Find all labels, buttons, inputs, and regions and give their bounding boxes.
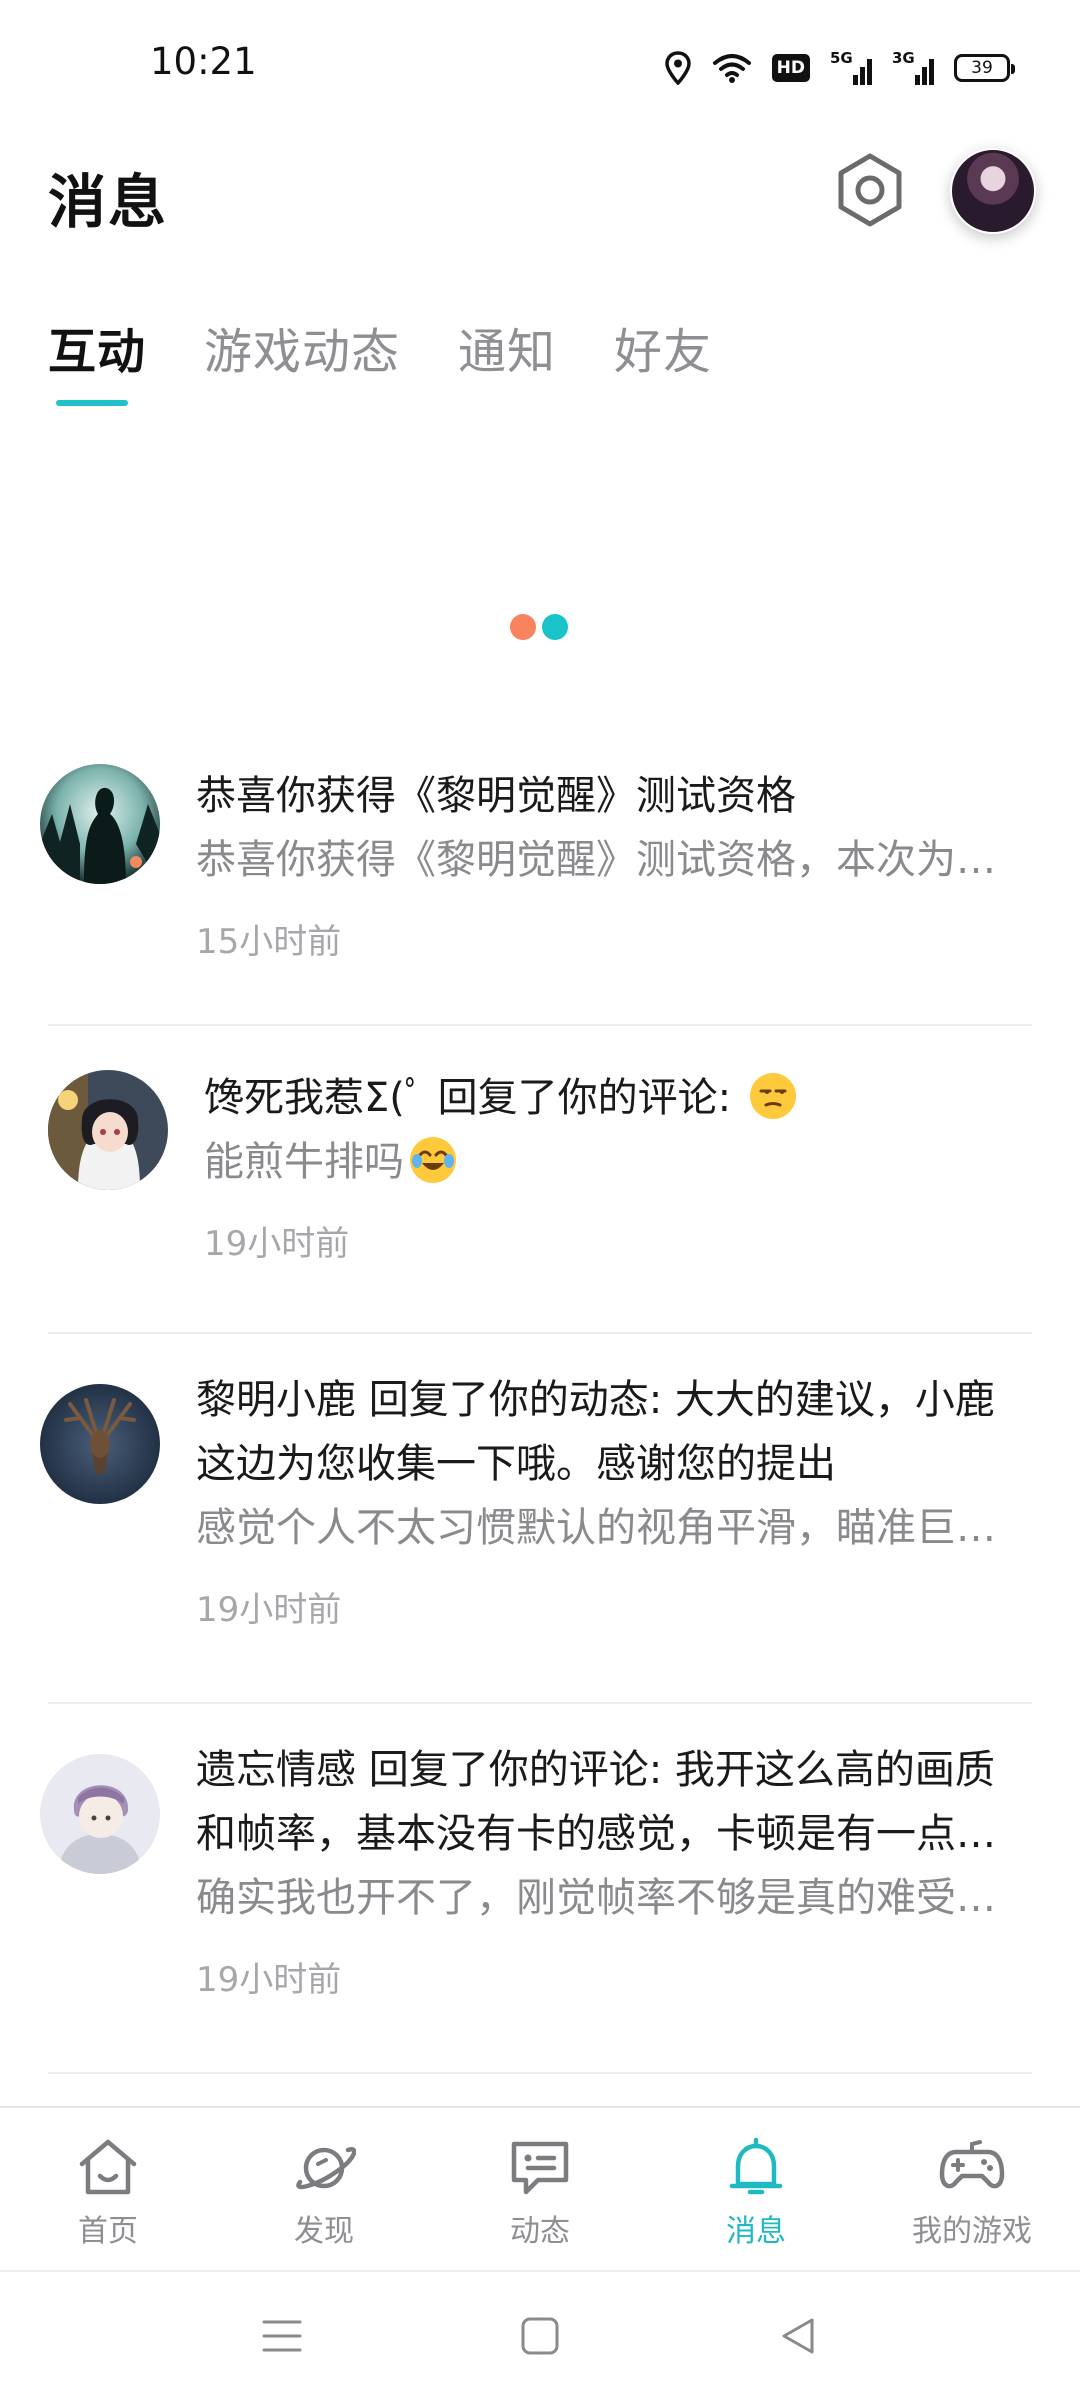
location-icon — [664, 51, 691, 85]
message-avatar — [40, 1754, 160, 1874]
tab-indicator — [56, 400, 128, 406]
message-title: 黎明小鹿 回复了你的动态: 大大的建议，小鹿这边为您收集一下哦。感谢您的提出 — [196, 1377, 995, 1487]
nav-feed[interactable]: 动态 — [450, 2108, 630, 2250]
page-title: 消息 — [48, 168, 169, 236]
signal-5g-icon: 5G — [830, 49, 872, 85]
status-icons: HD 5G 3G 39 — [664, 48, 1015, 88]
message-title: 恭喜你获得《黎明觉醒》测试资格 — [196, 773, 796, 819]
system-navigation-bar — [0, 2270, 1080, 2400]
bottom-nav: 首页 发现 动态 消息 我的游戏 — [0, 2106, 1080, 2270]
bell-icon — [729, 2137, 783, 2195]
message-item[interactable]: 馋死我惹Σ(ﾟ 回复了你的评论: 能煎牛排吗 19小时前 — [48, 1026, 1032, 1334]
message-item[interactable]: 黎明小鹿 回复了你的动态: 大大的建议，小鹿这边为您收集一下哦。感谢您的提出 感… — [40, 1334, 1032, 1704]
nav-my-games[interactable]: 我的游戏 — [882, 2108, 1062, 2250]
message-time: 19小时前 — [196, 1590, 342, 1630]
tab-interaction[interactable]: 互动 — [48, 312, 146, 406]
message-list: 恭喜你获得《黎明觉醒》测试资格 恭喜你获得《黎明觉醒》测试资格，本次为… 15小… — [0, 740, 1080, 2074]
loading-dot — [542, 614, 568, 640]
tab-notifications[interactable]: 通知 — [458, 312, 556, 382]
message-title: 馋死我惹Σ(ﾟ 回复了你的评论: — [204, 1066, 1022, 1130]
message-preview: 确实我也开不了，刚觉帧率不够是真的难受… — [196, 1875, 996, 1921]
chat-icon — [511, 2141, 569, 2195]
back-icon[interactable] — [778, 2316, 818, 2356]
nav-discover[interactable]: 发现 — [234, 2108, 414, 2250]
planet-icon — [296, 2147, 356, 2190]
signal-3g-icon: 3G — [892, 49, 934, 85]
loading-indicator — [510, 614, 568, 640]
message-preview: 恭喜你获得《黎明觉醒》测试资格，本次为… — [196, 837, 996, 883]
loading-dot — [510, 614, 536, 640]
nav-label: 发现 — [294, 2214, 354, 2249]
tears-of-joy-emoji-icon — [410, 1137, 456, 1183]
home-icon — [79, 2139, 137, 2195]
message-preview: 能煎牛排吗 — [204, 1130, 1022, 1194]
nav-home[interactable]: 首页 — [18, 2108, 198, 2250]
unamused-emoji-icon — [749, 1073, 796, 1119]
status-time: 10:21 — [150, 40, 257, 83]
nav-label: 消息 — [726, 2214, 786, 2249]
nav-label: 动态 — [510, 2214, 570, 2249]
hd-badge: HD — [771, 54, 810, 82]
nav-label: 我的游戏 — [912, 2214, 1032, 2249]
settings-icon[interactable] — [832, 152, 908, 228]
message-time: 19小时前 — [204, 1224, 350, 1264]
message-item[interactable]: 恭喜你获得《黎明觉醒》测试资格 恭喜你获得《黎明觉醒》测试资格，本次为… 15小… — [40, 740, 1032, 1026]
tab-bar: 互动 游戏动态 通知 好友 — [48, 312, 712, 406]
message-avatar — [48, 1070, 168, 1190]
message-time: 15小时前 — [196, 922, 342, 962]
status-bar: 10:21 HD 5G 3G 39 — [0, 0, 1080, 130]
message-preview: 感觉个人不太习惯默认的视角平滑，瞄准巨… — [196, 1505, 996, 1551]
nav-messages[interactable]: 消息 — [666, 2108, 846, 2250]
message-time: 19小时前 — [196, 1960, 342, 2000]
gamepad-icon — [939, 2140, 1005, 2189]
message-title: 遗忘情感 回复了你的评论: 我开这么高的画质和帧率，基本没有卡的感觉，卡顿是有一… — [196, 1747, 996, 1857]
home-square-icon[interactable] — [520, 2316, 560, 2356]
nav-label: 首页 — [78, 2214, 138, 2249]
screen: 10:21 HD 5G 3G 39 消息 互动 游戏动态 通知 好友 恭喜你获得… — [0, 0, 1080, 2400]
message-avatar — [40, 1384, 160, 1504]
menu-icon[interactable] — [262, 2316, 302, 2356]
message-avatar — [40, 764, 160, 884]
battery-icon: 39 — [954, 54, 1015, 82]
tab-game-updates[interactable]: 游戏动态 — [204, 312, 400, 382]
user-avatar[interactable] — [950, 148, 1036, 234]
wifi-icon — [712, 54, 751, 83]
message-item[interactable]: 遗忘情感 回复了你的评论: 我开这么高的画质和帧率，基本没有卡的感觉，卡顿是有一… — [40, 1704, 1032, 2074]
tab-friends[interactable]: 好友 — [614, 312, 712, 382]
